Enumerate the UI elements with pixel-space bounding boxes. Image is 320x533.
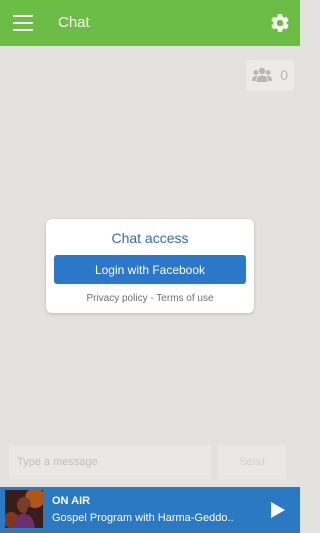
message-composer: Send xyxy=(0,439,300,487)
privacy-policy-link[interactable]: Privacy policy xyxy=(86,293,147,304)
message-input[interactable] xyxy=(9,445,211,479)
album-art xyxy=(5,490,43,528)
chat-access-dialog: Chat access Login with Facebook Privacy … xyxy=(46,219,254,313)
program-title: Gospel Program with Harma-Geddo.. xyxy=(52,512,234,524)
terms-of-use-link[interactable]: Terms of use xyxy=(156,293,213,304)
link-separator: - xyxy=(147,293,157,304)
on-air-label: ON AIR xyxy=(52,495,91,507)
users-icon xyxy=(252,67,272,82)
radio-player-bar: ON AIR Gospel Program with Harma-Geddo.. xyxy=(0,487,300,533)
dialog-links: Privacy policy - Terms of use xyxy=(46,293,254,304)
page-title: Chat xyxy=(58,14,90,31)
users-count: 0 xyxy=(280,67,288,83)
send-button[interactable]: Send xyxy=(218,445,286,479)
gear-icon[interactable] xyxy=(269,12,291,34)
hamburger-menu-icon[interactable] xyxy=(13,15,33,31)
app-header: Chat xyxy=(0,0,300,46)
login-facebook-button[interactable]: Login with Facebook xyxy=(54,255,246,284)
play-icon[interactable] xyxy=(270,501,286,519)
online-users-badge[interactable]: 0 xyxy=(246,60,294,91)
dialog-title: Chat access xyxy=(111,230,189,246)
